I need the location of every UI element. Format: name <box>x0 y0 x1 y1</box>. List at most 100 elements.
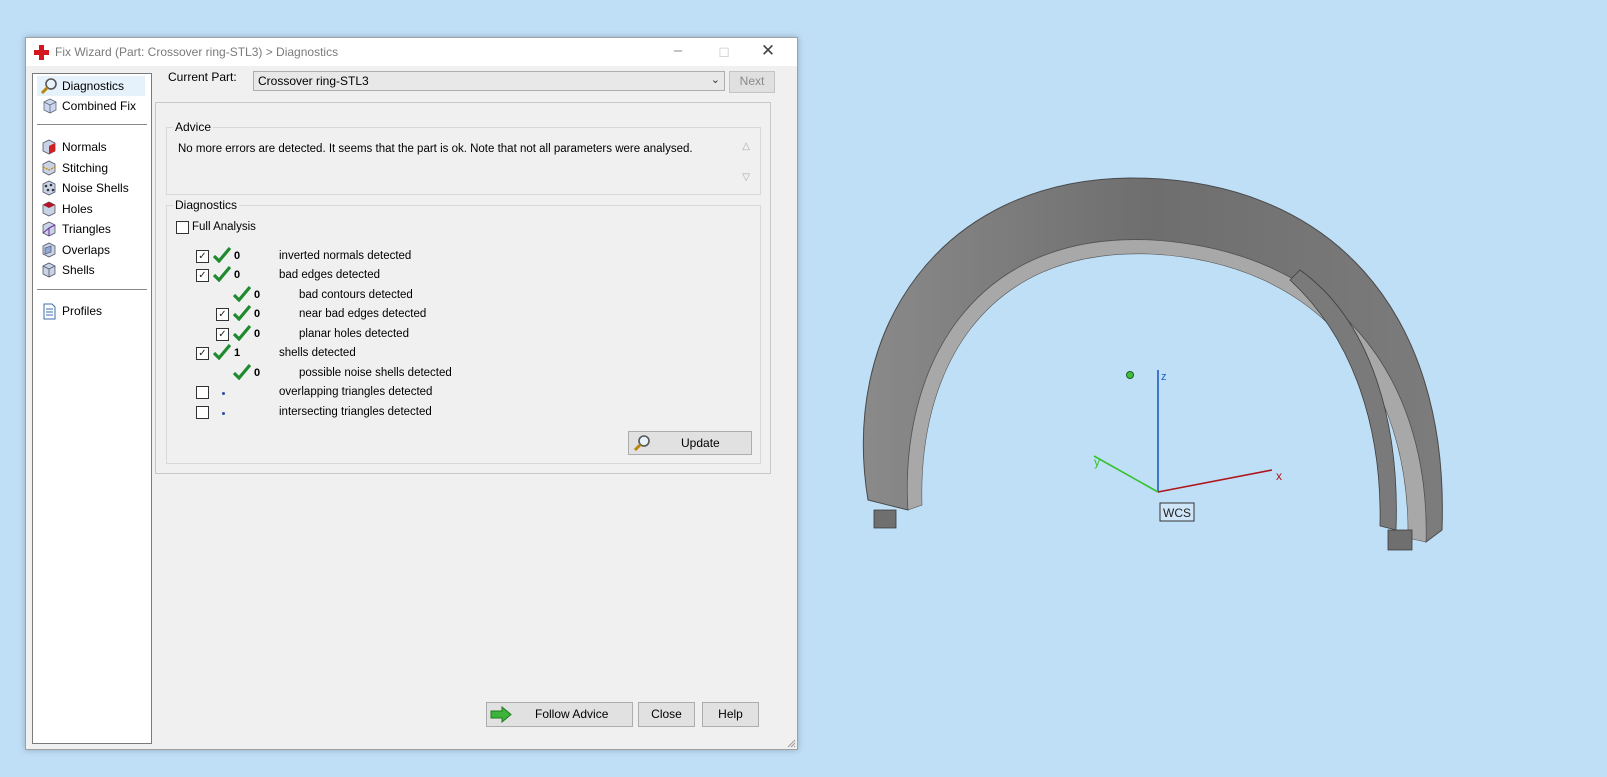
update-button[interactable]: Update <box>628 431 752 455</box>
checkmark-icon <box>233 325 251 341</box>
update-label: Update <box>681 436 720 450</box>
near-bad-edges-checkbox[interactable]: ✓ <box>216 308 229 321</box>
resize-grip-icon[interactable] <box>786 738 796 748</box>
checkmark-icon <box>213 344 231 360</box>
maximize-button[interactable]: ◻ <box>701 38 747 66</box>
sidebar-item-profiles[interactable]: Profiles <box>37 301 145 321</box>
sidebar-item-shells[interactable]: Shells <box>37 260 145 280</box>
shells-icon <box>42 262 56 278</box>
scroll-up-icon[interactable]: △ <box>742 141 750 152</box>
diagnostic-label: bad edges detected <box>279 269 381 281</box>
advice-text: No more errors are detected. It seems th… <box>178 143 693 155</box>
overlapping-triangles-checkbox[interactable] <box>196 386 209 399</box>
fix-wizard-dialog: Fix Wizard (Part: Crossover ring-STL3) >… <box>25 37 798 750</box>
wcs-axes: z x y WCS <box>1093 370 1282 522</box>
checkmark-icon <box>233 286 251 302</box>
close-window-button[interactable]: ✕ <box>745 38 791 66</box>
sidebar-item-overlaps[interactable]: Overlaps <box>37 240 145 260</box>
sidebar-item-label: Shells <box>62 263 95 277</box>
count-value: 0 <box>234 250 241 262</box>
sidebar-item-stitching[interactable]: Stitching <box>37 158 145 178</box>
magnifier-icon <box>633 435 650 452</box>
sidebar-item-diagnostics[interactable]: Diagnostics <box>37 76 145 96</box>
pending-dot-icon <box>222 392 225 395</box>
diagnostic-label: bad contours detected <box>299 289 413 301</box>
x-axis-label: x <box>1276 469 1282 483</box>
count-value: 0 <box>234 269 241 281</box>
magnifier-icon <box>40 78 57 95</box>
diagnostic-label: near bad edges detected <box>299 308 427 320</box>
count-value: 1 <box>234 347 241 359</box>
diagnostic-label: intersecting triangles detected <box>279 406 432 418</box>
x-axis <box>1157 469 1273 493</box>
overlaps-icon <box>42 242 56 258</box>
sidebar-item-label: Combined Fix <box>62 99 137 113</box>
stitching-icon <box>42 160 56 176</box>
current-part-value: Crossover ring-STL3 <box>258 74 369 88</box>
z-axis-label: z <box>1161 371 1167 383</box>
pivot-point-icon <box>1126 371 1134 379</box>
next-button[interactable]: Next <box>729 71 775 93</box>
sidebar-item-label: Overlaps <box>62 243 111 257</box>
noise-shells-icon <box>42 180 56 196</box>
checkmark-icon <box>213 247 231 263</box>
diagnostic-label: shells detected <box>279 347 356 359</box>
sidebar-separator <box>37 124 147 125</box>
normals-icon <box>42 139 56 155</box>
diagnostics-group: Diagnostics Full Analysis ✓ 0 inverted n… <box>166 198 761 464</box>
current-part-select[interactable]: Crossover ring-STL3 ⌄ <box>253 71 725 91</box>
y-axis-label: y <box>1094 455 1100 469</box>
intersecting-triangles-checkbox[interactable] <box>196 406 209 419</box>
holes-icon <box>42 201 56 217</box>
arrow-right-icon <box>490 706 512 723</box>
advice-group: Advice No more errors are detected. It s… <box>166 120 761 195</box>
sidebar-item-label: Stitching <box>62 161 109 175</box>
minimize-button[interactable]: – <box>655 38 701 66</box>
count-value: 0 <box>254 308 261 320</box>
diagnostic-label: overlapping triangles detected <box>279 386 433 398</box>
sidebar-item-label: Profiles <box>62 304 103 318</box>
full-analysis-checkbox[interactable] <box>176 221 189 234</box>
sidebar-item-label: Noise Shells <box>62 181 129 195</box>
shells-checkbox[interactable]: ✓ <box>196 347 209 360</box>
full-analysis-label: Full Analysis <box>192 221 256 233</box>
sidebar-item-combined-fix[interactable]: Combined Fix <box>37 96 145 116</box>
title-bar[interactable]: Fix Wizard (Part: Crossover ring-STL3) >… <box>26 38 797 66</box>
sidebar-item-holes[interactable]: Holes <box>37 199 145 219</box>
help-button[interactable]: Help <box>702 702 759 727</box>
count-value: 0 <box>254 367 261 379</box>
count-value: 0 <box>254 289 261 301</box>
wcs-label: WCS <box>1163 506 1191 520</box>
scroll-down-icon[interactable]: ▽ <box>742 172 750 183</box>
diagnostic-label: possible noise shells detected <box>299 367 452 379</box>
bad-edges-checkbox[interactable]: ✓ <box>196 269 209 282</box>
model-viewport[interactable]: z x y WCS <box>860 170 1500 570</box>
close-button[interactable]: Close <box>638 702 695 727</box>
sidebar-item-triangles[interactable]: Triangles <box>37 219 145 239</box>
planar-holes-checkbox[interactable]: ✓ <box>216 328 229 341</box>
inverted-normals-checkbox[interactable]: ✓ <box>196 250 209 263</box>
wizard-sidebar: Diagnostics Combined Fix Normals Stitchi… <box>32 73 152 744</box>
follow-advice-button[interactable]: Follow Advice <box>486 702 633 727</box>
diagnostics-panel: Advice No more errors are detected. It s… <box>155 102 771 474</box>
window-title: Fix Wizard (Part: Crossover ring-STL3) >… <box>55 45 339 59</box>
sidebar-item-label: Diagnostics <box>62 79 125 93</box>
red-cross-icon <box>34 45 49 60</box>
chevron-down-icon: ⌄ <box>710 74 720 86</box>
y-axis <box>1093 455 1159 493</box>
cube-icon <box>43 98 57 114</box>
sidebar-item-normals[interactable]: Normals <box>37 137 145 157</box>
triangles-icon <box>42 221 56 237</box>
sidebar-item-noise-shells[interactable]: Noise Shells <box>37 178 145 198</box>
pending-dot-icon <box>222 412 225 415</box>
advice-legend: Advice <box>173 120 214 134</box>
diagnostic-label: planar holes detected <box>299 328 409 340</box>
checkmark-icon <box>233 364 251 380</box>
diagnostics-legend: Diagnostics <box>173 198 240 212</box>
sidebar-item-label: Holes <box>62 202 93 216</box>
sidebar-separator <box>37 289 147 290</box>
count-value: 0 <box>254 328 261 340</box>
diagnostic-label: inverted normals detected <box>279 250 412 262</box>
ring-model[interactable] <box>862 177 1443 551</box>
sidebar-item-label: Normals <box>62 140 107 154</box>
